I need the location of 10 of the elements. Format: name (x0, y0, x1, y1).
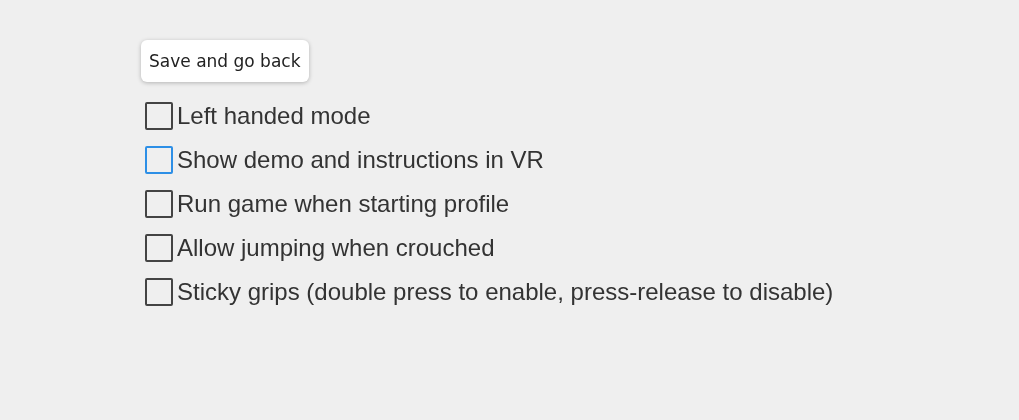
save-button[interactable]: Save and go back (141, 40, 309, 82)
checkbox-label[interactable]: Sticky grips (double press to enable, press-release to disable) (177, 278, 834, 306)
checkbox[interactable] (145, 190, 173, 218)
checkbox-label[interactable]: Left handed mode (177, 102, 371, 130)
checkbox[interactable] (145, 102, 173, 130)
checkbox[interactable] (145, 234, 173, 262)
checkbox-label[interactable]: Run game when starting profile (177, 190, 510, 218)
checkbox[interactable] (145, 278, 173, 306)
checkbox-label[interactable]: Show demo and instructions in VR (177, 146, 544, 174)
checkbox-label[interactable]: Allow jumping when crouched (177, 234, 495, 262)
